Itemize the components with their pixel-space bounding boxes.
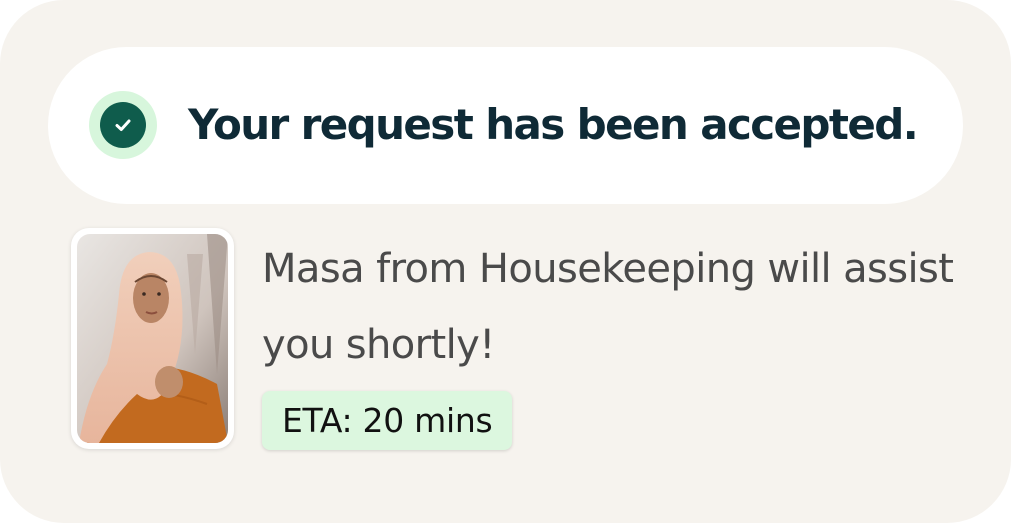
staff-avatar — [77, 234, 228, 443]
check-circle-icon — [89, 91, 157, 159]
assignment-message: Masa from Housekeeping will assist you s… — [262, 246, 954, 368]
notification-card: Your request has been accepted. Masa fro… — [0, 0, 1011, 523]
status-title: Your request has been accepted. — [188, 100, 919, 149]
eta-badge: ETA: 20 mins — [262, 391, 513, 450]
checkmark-icon — [115, 119, 131, 131]
status-banner: Your request has been accepted. — [48, 47, 963, 204]
staff-photo-frame — [71, 228, 234, 449]
check-badge — [100, 102, 146, 148]
